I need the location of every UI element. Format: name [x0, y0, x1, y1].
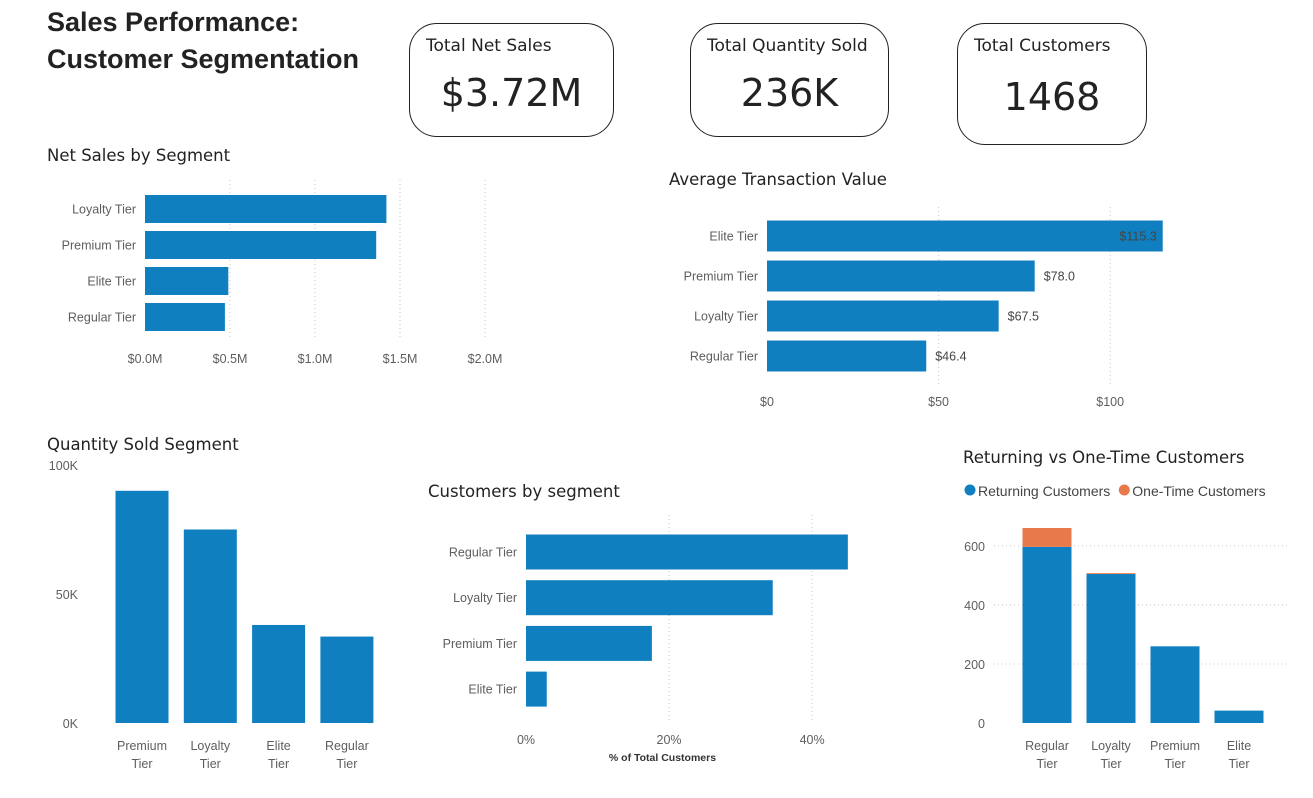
category-label: Premium Tier	[1150, 739, 1200, 771]
returning-vs-one-time-chart: 0 200 400 600 Regular Tier Loyalty Tier Premium T…	[964, 483, 1290, 771]
legend-marker-one-time-customers	[1118, 484, 1130, 496]
bar-premium-tier-returning-customers	[1150, 646, 1200, 723]
y-tick-label: 400	[964, 599, 985, 613]
bar-regular-tier-returning-customers	[1022, 546, 1072, 723]
y-tick-label: 200	[964, 658, 985, 672]
legend-marker-returning-customers	[964, 484, 976, 496]
legend-label-returning-customers: Returning Customers	[978, 483, 1110, 499]
bar-elite-tier-returning-customers	[1214, 710, 1264, 723]
y-tick-label: 600	[964, 540, 985, 554]
bar-regular-tier-one-time-customers	[1022, 528, 1072, 547]
y-tick-label: 0	[978, 717, 985, 731]
category-label: Elite Tier	[1227, 739, 1251, 771]
legend-label-one-time-customers: One-Time Customers	[1132, 483, 1265, 499]
category-label: Regular Tier	[1025, 739, 1069, 771]
bar-loyalty-tier-one-time-customers	[1086, 573, 1136, 575]
bar-loyalty-tier-returning-customers	[1086, 574, 1136, 723]
category-label: Loyalty Tier	[1091, 739, 1131, 771]
